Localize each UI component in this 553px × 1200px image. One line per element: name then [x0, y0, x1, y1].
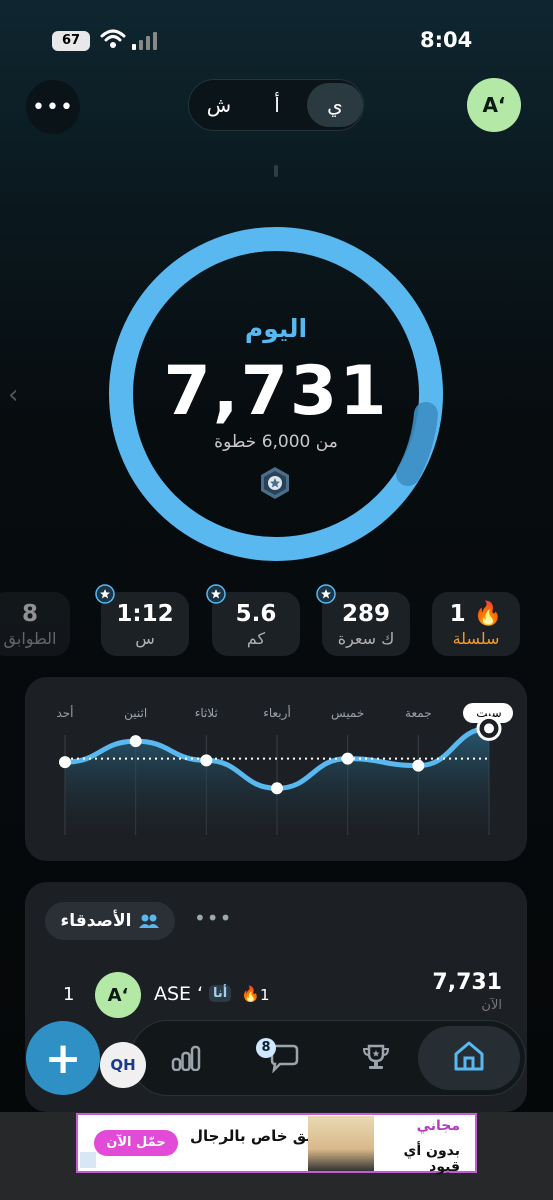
stat-time-value: 1:12 [116, 601, 174, 627]
stat-floors-label: الطوابق [3, 629, 57, 648]
steps-goal: من 6,000 خطوة [214, 432, 338, 452]
ad-character-image [308, 1116, 374, 1171]
add-button[interactable]: + [26, 1021, 100, 1095]
ad-choices-icon[interactable] [80, 1152, 96, 1168]
friend-rank: 1 [63, 984, 75, 1005]
star-badge-icon[interactable] [258, 466, 292, 500]
battery-indicator: 67 [52, 31, 90, 51]
data-point [200, 754, 213, 767]
bar-chart-icon [171, 1045, 201, 1071]
friends-more-button[interactable]: ••• [194, 906, 232, 930]
stat-streak-value: 1 [449, 601, 466, 627]
stat-calories-label: ك سعرة [337, 629, 395, 648]
ring-label: اليوم [244, 314, 308, 343]
day-label: اثنين [124, 706, 147, 721]
people-icon [139, 914, 160, 928]
stat-calories-value: 289 [341, 601, 390, 627]
nav-stats[interactable] [155, 1030, 217, 1086]
stat-calories[interactable]: 289 ك سعرة [316, 584, 410, 656]
period-segmented-control: ش أ ي [188, 79, 364, 131]
me-badge: أنا [209, 985, 232, 1002]
data-point-selected-dot [484, 723, 494, 734]
data-point [412, 759, 425, 772]
steps-count: 7,731 [163, 352, 389, 431]
stat-streak-label: سلسلة [452, 629, 500, 648]
weekly-steps-chart[interactable]: أحد اثنين ثلاثاء أربعاء خميس جمعة سبت [25, 677, 527, 861]
nav-challenges[interactable] [345, 1030, 407, 1086]
star-badge-icon [316, 584, 336, 604]
day-label: خميس [331, 706, 364, 721]
fire-icon: 🔥 [241, 985, 260, 1003]
stat-distance-value: 5.6 [235, 601, 277, 627]
qh-pro-logo[interactable]: QH [100, 1042, 146, 1088]
stat-time[interactable]: 1:12 س [95, 584, 189, 656]
segment-month[interactable]: ش [191, 83, 247, 127]
stat-distance[interactable]: 5.6 كم [206, 584, 300, 656]
fire-icon: 🔥 [473, 601, 503, 627]
friend-steps: 7,731 [432, 970, 502, 995]
stat-floors-value: 8 [21, 601, 38, 627]
chevron-left-icon[interactable]: ‹ [8, 380, 18, 410]
stat-distance-label: كم [246, 629, 266, 648]
friend-avatar[interactable]: A‘ [95, 972, 141, 1018]
day-label: أحد [56, 705, 73, 720]
segment-week[interactable]: أ [249, 83, 305, 127]
segment-day[interactable]: ي [307, 83, 363, 127]
data-point [271, 782, 283, 795]
ad-free-text: مجاني [416, 1118, 460, 1134]
star-badge-icon [95, 584, 115, 604]
messages-badge: 8 [256, 1038, 276, 1058]
stat-streak[interactable]: 1 🔥 سلسلة [432, 592, 520, 656]
data-point [341, 752, 354, 765]
more-options-button[interactable]: ••• [26, 80, 80, 134]
ad-tagline: بدون أي قيود [403, 1143, 461, 1175]
status-time: 8:04 [420, 28, 473, 52]
home-icon [454, 1041, 484, 1071]
page-indicator [274, 165, 278, 177]
friends-title: الأصدقاء [60, 911, 132, 931]
day-label: ثلاثاء [195, 706, 218, 720]
friend-updated: الآن [481, 998, 502, 1013]
day-label: أربعاء [263, 705, 291, 721]
ad-download-button[interactable]: حمّل الآن [94, 1130, 178, 1156]
cell-signal-icon [132, 32, 157, 50]
friend-name: ASE ‘ [154, 983, 204, 1005]
wifi-icon [100, 29, 126, 48]
stat-time-label: س [135, 629, 155, 648]
profile-avatar[interactable]: A‘ [467, 78, 521, 132]
stat-floors[interactable]: 8 الطوابق [0, 592, 70, 656]
friends-tab[interactable]: الأصدقاء [45, 902, 175, 940]
day-label: جمعة [405, 706, 432, 720]
trophy-icon [362, 1044, 390, 1069]
friend-streak: 1 [260, 986, 270, 1004]
data-point [129, 735, 142, 748]
star-badge-icon [206, 584, 226, 604]
data-point [59, 756, 71, 769]
